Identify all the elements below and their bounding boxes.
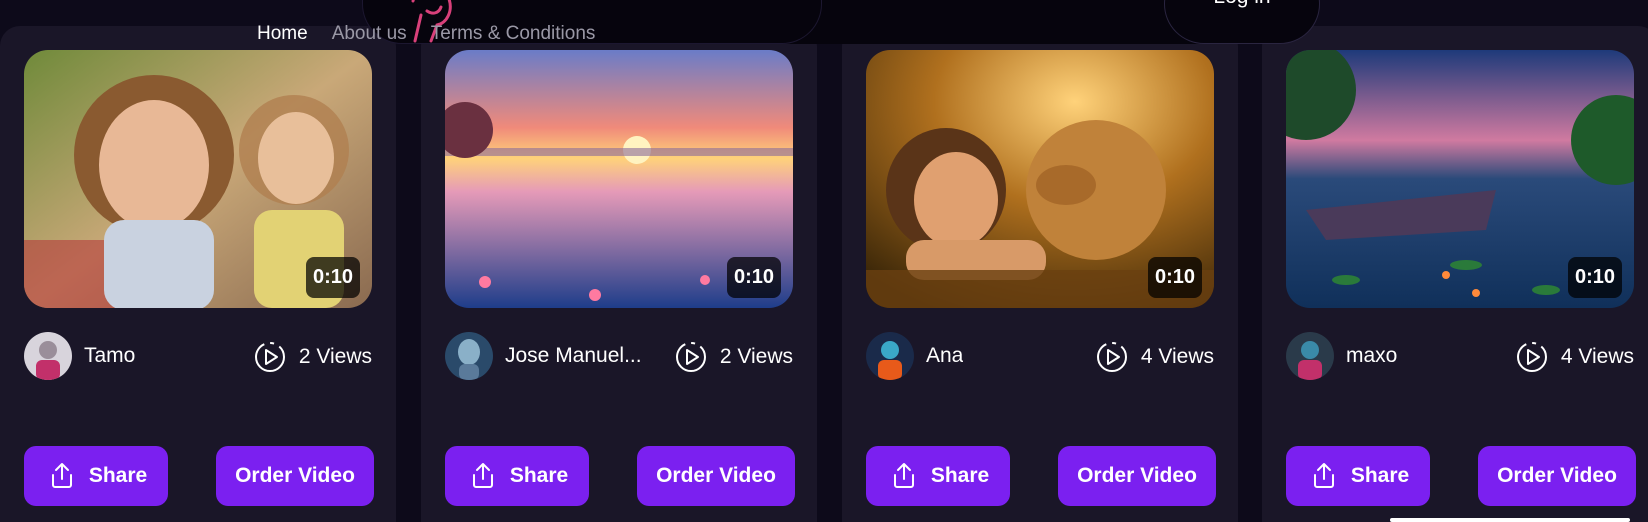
- nav-link-about[interactable]: About us: [332, 24, 407, 44]
- page: 0:10 Tamo 2 Views Share Order Video 0:10…: [0, 0, 1648, 522]
- share-icon: [893, 463, 914, 488]
- play-circle-icon: [1516, 342, 1547, 372]
- order-video-button[interactable]: Order Video: [637, 446, 795, 506]
- video-thumbnail[interactable]: 0:10: [445, 50, 793, 308]
- share-label: Share: [1350, 464, 1410, 487]
- views-count: 4 Views: [1095, 340, 1214, 374]
- author-name[interactable]: Tamo: [84, 344, 135, 368]
- author-name[interactable]: Ana: [926, 344, 963, 368]
- video-card[interactable]: 0:10 maxo 4 Views Share Order Video: [1262, 26, 1648, 522]
- avatar[interactable]: [445, 332, 493, 380]
- share-button[interactable]: Share: [24, 446, 168, 506]
- views-label: 4 Views: [1560, 345, 1634, 368]
- video-card[interactable]: 0:10 Ana 4 Views Share Order Video: [842, 26, 1238, 522]
- share-icon: [472, 463, 493, 488]
- avatar[interactable]: [866, 332, 914, 380]
- order-video-button[interactable]: Order Video: [1478, 446, 1636, 506]
- share-button[interactable]: Share: [445, 446, 589, 506]
- nav-links: Home About us Terms & Conditions: [257, 24, 595, 44]
- share-button[interactable]: Share: [866, 446, 1010, 506]
- avatar[interactable]: [1286, 332, 1334, 380]
- nav-link-home[interactable]: Home: [257, 24, 308, 44]
- video-card[interactable]: 0:10 Jose Manuel... 2 Views Share Order …: [421, 26, 817, 522]
- views-label: 2 Views: [298, 345, 372, 368]
- video-meta: maxo 4 Views: [1286, 332, 1634, 380]
- author-name[interactable]: Jose Manuel...: [505, 344, 642, 368]
- duration-badge: 0:10: [1567, 257, 1622, 298]
- scroll-indicator[interactable]: [1390, 518, 1630, 522]
- views-count: 2 Views: [674, 340, 793, 374]
- share-icon: [1313, 463, 1334, 488]
- nav-link-terms[interactable]: Terms & Conditions: [431, 24, 596, 44]
- video-thumbnail[interactable]: 0:10: [24, 50, 372, 308]
- views-label: 2 Views: [719, 345, 793, 368]
- order-video-button[interactable]: Order Video: [216, 446, 374, 506]
- views-label: 4 Views: [1140, 345, 1214, 368]
- share-label: Share: [930, 464, 990, 487]
- video-card-list: 0:10 Tamo 2 Views Share Order Video 0:10…: [0, 26, 1648, 522]
- duration-badge: 0:10: [726, 257, 781, 298]
- video-thumbnail[interactable]: 0:10: [866, 50, 1214, 308]
- author-name[interactable]: maxo: [1346, 344, 1397, 368]
- video-meta: Jose Manuel... 2 Views: [445, 332, 793, 380]
- duration-badge: 0:10: [305, 257, 360, 298]
- play-circle-icon: [254, 342, 285, 372]
- duration-badge: 0:10: [1147, 257, 1202, 298]
- share-label: Share: [509, 464, 569, 487]
- share-icon: [51, 463, 72, 488]
- views-count: 2 Views: [253, 340, 372, 374]
- avatar[interactable]: [24, 332, 72, 380]
- video-card[interactable]: 0:10 Tamo 2 Views Share Order Video: [0, 26, 396, 522]
- video-meta: Ana 4 Views: [866, 332, 1214, 380]
- video-thumbnail[interactable]: 0:10: [1286, 50, 1634, 308]
- play-circle-icon: [675, 342, 706, 372]
- views-count: 4 Views: [1515, 340, 1634, 374]
- share-button[interactable]: Share: [1286, 446, 1430, 506]
- play-circle-icon: [1096, 342, 1127, 372]
- share-label: Share: [88, 464, 148, 487]
- video-meta: Tamo 2 Views: [24, 332, 372, 380]
- order-video-button[interactable]: Order Video: [1058, 446, 1216, 506]
- login-button[interactable]: Log in: [1164, 0, 1320, 44]
